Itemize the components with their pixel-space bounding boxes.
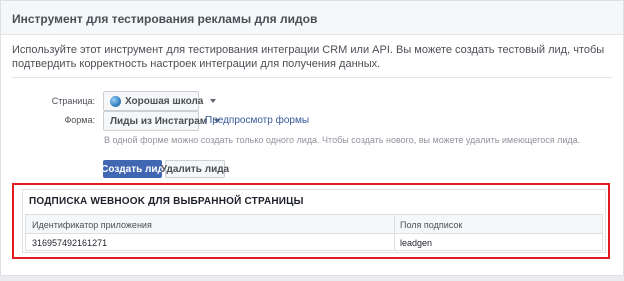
webhook-subscription-box: ПОДПИСКА WEBHOOK ДЛЯ ВЫБРАННОЙ СТРАНИЦЫ …: [22, 189, 606, 253]
page-select-value: Хорошая школа: [125, 95, 204, 107]
form-label: Форма:: [64, 115, 95, 125]
table-cell-subscription-field: leadgen: [400, 238, 433, 248]
form-select[interactable]: Лиды из Инстаграм: [103, 111, 221, 131]
panel-title: Инструмент для тестирования рекламы для …: [12, 12, 318, 26]
create-lead-button[interactable]: Создать лид: [101, 160, 164, 178]
column-divider: [394, 215, 395, 250]
table-cell-app-id: 316957492161271: [32, 238, 108, 248]
panel-header: Инструмент для тестирования рекламы для …: [1, 1, 623, 35]
page-label: Страница:: [51, 96, 95, 106]
page-select[interactable]: Хорошая школа: [103, 91, 217, 111]
divider: [12, 77, 612, 78]
column-header-app-id: Идентификатор приложения: [32, 220, 152, 230]
webhook-table: Идентификатор приложения Поля подписок 3…: [25, 214, 603, 251]
table-header-row: Идентификатор приложения Поля подписок: [26, 215, 602, 234]
page-avatar-icon: [110, 95, 121, 107]
form-select-value: Лиды из Инстаграм: [110, 115, 208, 127]
chevron-down-icon: [210, 99, 217, 103]
column-header-subscription-fields: Поля подписок: [400, 220, 463, 230]
form-hint-text: В одной форме можно создать только одног…: [104, 135, 581, 145]
intro-text: Используйте этот инструмент для тестиров…: [12, 44, 605, 70]
form-preview-link[interactable]: Предпросмотр формы: [205, 115, 309, 126]
delete-lead-button[interactable]: Удалить лида: [161, 160, 229, 178]
webhook-title: ПОДПИСКА WEBHOOK ДЛЯ ВЫБРАННОЙ СТРАНИЦЫ: [29, 196, 304, 207]
